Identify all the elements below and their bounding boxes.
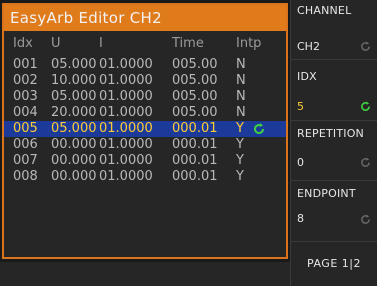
table-row[interactable]: 001 05.000 01.0000 005.00 N [4,57,286,73]
cell-intp: N [236,105,246,120]
cell-u: 05.000 [51,89,97,104]
softkey-repetition[interactable]: REPETITION 0 [290,121,377,181]
header-time: Time [172,36,204,51]
cell-idx: 008 [13,169,38,184]
cell-u: 00.000 [51,137,97,152]
softkey-endpoint-value: 8 [297,212,304,225]
cell-time: 000.01 [172,153,218,168]
cell-idx: 002 [13,73,38,88]
table-row[interactable]: 008 00.000 01.0000 000.01 Y [4,169,286,185]
cell-u: 05.000 [51,121,97,136]
cell-i: 01.0000 [99,73,153,88]
cell-time: 005.00 [172,105,218,120]
cell-idx: 003 [13,89,38,104]
arb-point-table: 001 05.000 01.0000 005.00 N 002 10.000 0… [4,57,286,185]
cell-idx: 001 [13,57,38,72]
table-row[interactable]: 007 00.000 01.0000 000.01 Y [4,153,286,169]
table-row[interactable]: 002 10.000 01.0000 005.00 N [4,73,286,89]
cell-intp: Y [236,153,244,168]
cell-idx: 007 [13,153,38,168]
rotary-knob-icon [361,41,370,51]
cell-time: 005.00 [172,73,218,88]
cell-idx: 006 [13,137,38,152]
cell-idx: 004 [13,105,38,120]
editor-title: EasyArb Editor CH2 [4,5,286,31]
header-i: I [99,36,103,51]
rotary-knob-icon [361,214,370,224]
cell-intp: N [236,57,246,72]
cell-u: 20.000 [51,105,97,120]
rotary-knob-icon [361,101,370,111]
cell-intp: N [236,73,246,88]
softkey-repetition-value: 0 [297,156,304,169]
header-u: U [51,36,61,51]
softkey-repetition-label: REPETITION [297,127,364,140]
cell-u: 00.000 [51,169,97,184]
cell-intp: Y [236,169,244,184]
cell-i: 01.0000 [99,137,153,152]
cell-time: 005.00 [172,89,218,104]
softkey-channel-label: CHANNEL [297,4,352,17]
softkey-endpoint[interactable]: ENDPOINT 8 [290,181,377,242]
page-button[interactable]: PAGE 1|2 [290,242,377,286]
softkey-column: CHANNEL CH2 IDX 5 REPETITION 0 ENDPOINT … [290,0,377,286]
softkey-idx[interactable]: IDX 5 [290,60,377,121]
softkey-idx-label: IDX [297,70,317,83]
arb-editor-panel: EasyArb Editor CH2 Idx U I Time Intp 001… [2,3,288,259]
cell-i: 01.0000 [99,89,153,104]
rotary-knob-icon [254,123,264,134]
table-row[interactable]: 006 00.000 01.0000 000.01 Y [4,137,286,153]
cell-time: 000.01 [172,169,218,184]
cell-intp: Y [236,121,244,136]
cell-i: 01.0000 [99,105,153,120]
rotary-knob-icon [361,157,370,167]
cell-time: 000.01 [172,137,218,152]
cell-i: 01.0000 [99,57,153,72]
status-strip [0,262,290,286]
cell-u: 00.000 [51,153,97,168]
softkey-idx-value: 5 [297,100,304,113]
table-row[interactable]: 004 20.000 01.0000 005.00 N [4,105,286,121]
table-header: Idx U I Time Intp [4,34,286,54]
cell-u: 10.000 [51,73,97,88]
cell-time: 000.01 [172,121,218,136]
cell-u: 05.000 [51,57,97,72]
softkey-channel[interactable]: CHANNEL CH2 [290,0,377,60]
cell-intp: N [236,89,246,104]
cell-idx: 005 [13,121,38,136]
cell-time: 005.00 [172,57,218,72]
table-row[interactable]: 003 05.000 01.0000 005.00 N [4,89,286,105]
header-idx: Idx [13,36,33,51]
cell-i: 01.0000 [99,121,153,136]
cell-i: 01.0000 [99,169,153,184]
softkey-endpoint-label: ENDPOINT [297,187,356,200]
softkey-channel-value: CH2 [297,40,320,53]
table-row-selected[interactable]: 005 05.000 01.0000 000.01 Y [4,121,286,137]
header-intp: Intp [236,36,262,51]
cell-intp: Y [236,137,244,152]
cell-i: 01.0000 [99,153,153,168]
